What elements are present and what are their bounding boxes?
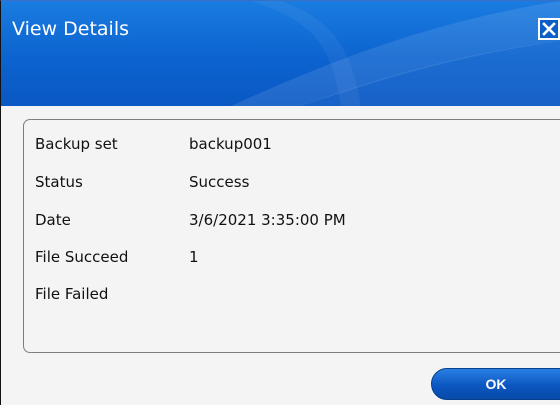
detail-value: Success	[189, 173, 250, 191]
close-icon	[542, 22, 556, 36]
detail-row-backup-set: Backup set backup001	[24, 135, 560, 159]
title-bar-swoosh-graphic	[231, 1, 560, 106]
detail-label: File Succeed	[35, 248, 129, 266]
detail-row-status: Status Success	[24, 173, 560, 197]
close-button[interactable]	[538, 18, 560, 40]
dialog-title: View Details	[12, 18, 129, 40]
detail-label: File Failed	[35, 285, 109, 303]
ok-button[interactable]: OK	[431, 368, 560, 400]
detail-row-date: Date 3/6/2021 3:35:00 PM	[24, 211, 560, 235]
view-details-dialog: View Details Backup set backup001 Status…	[0, 0, 560, 405]
detail-label: Date	[35, 211, 71, 229]
detail-value: 1	[189, 248, 199, 266]
title-bar[interactable]: View Details	[1, 1, 560, 106]
detail-row-file-succeed: File Succeed 1	[24, 248, 560, 272]
detail-label: Status	[35, 173, 83, 191]
detail-label: Backup set	[35, 135, 118, 153]
detail-value: backup001	[189, 135, 272, 153]
dialog-content: Backup set backup001 Status Success Date…	[1, 106, 560, 405]
detail-value: 3/6/2021 3:35:00 PM	[189, 211, 346, 229]
detail-row-file-failed: File Failed	[24, 285, 560, 309]
details-panel: Backup set backup001 Status Success Date…	[23, 119, 560, 353]
